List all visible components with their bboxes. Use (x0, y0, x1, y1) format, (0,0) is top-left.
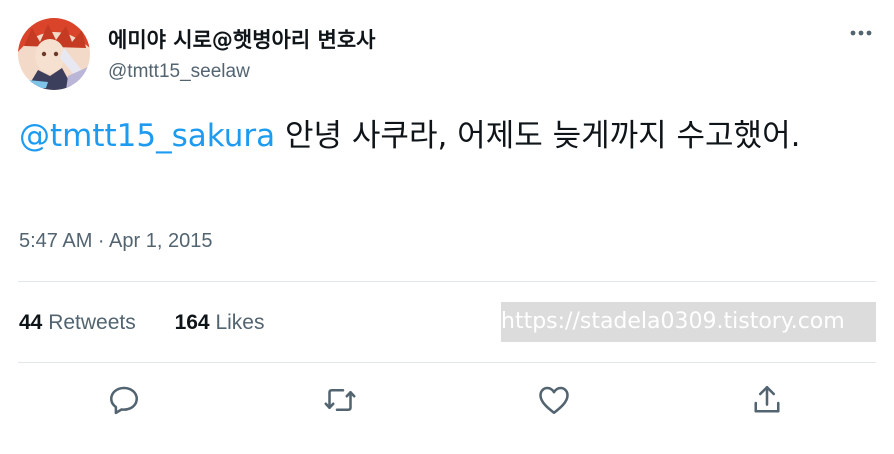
tweet-timestamp[interactable]: 5:47 AM · Apr 1, 2015 (19, 230, 212, 253)
tweet-stats: 44 Retweets 164 Likes (19, 311, 297, 335)
reply-icon[interactable] (106, 382, 142, 418)
retweets-stat[interactable]: 44 Retweets (19, 311, 136, 334)
mention-link[interactable]: @tmtt15_sakura (19, 118, 275, 154)
avatar[interactable] (18, 18, 90, 90)
likes-stat[interactable]: 164 Likes (175, 311, 265, 334)
likes-label: Likes (209, 311, 265, 334)
author-handle[interactable]: @tmtt15_seelaw (108, 61, 250, 83)
retweets-label: Retweets (42, 311, 136, 334)
heart-icon[interactable] (536, 382, 572, 418)
watermark: https://stadela0309.tistory.com (501, 302, 876, 342)
divider (18, 281, 876, 282)
more-horizontal-icon[interactable] (848, 22, 874, 44)
tweet-body: 안녕 사쿠라, 어제도 늦게까지 수고했어. (275, 118, 801, 154)
tweet-text: @tmtt15_sakura 안녕 사쿠라, 어제도 늦게까지 수고했어. (19, 112, 869, 160)
retweets-count: 44 (19, 311, 43, 334)
author-display-name[interactable]: 에미야 시로@햇병아리 변호사 (108, 24, 375, 54)
share-icon[interactable] (749, 382, 785, 418)
retweet-icon[interactable] (322, 382, 358, 418)
divider (18, 362, 876, 363)
avatar-image (18, 18, 90, 90)
likes-count: 164 (174, 311, 210, 334)
